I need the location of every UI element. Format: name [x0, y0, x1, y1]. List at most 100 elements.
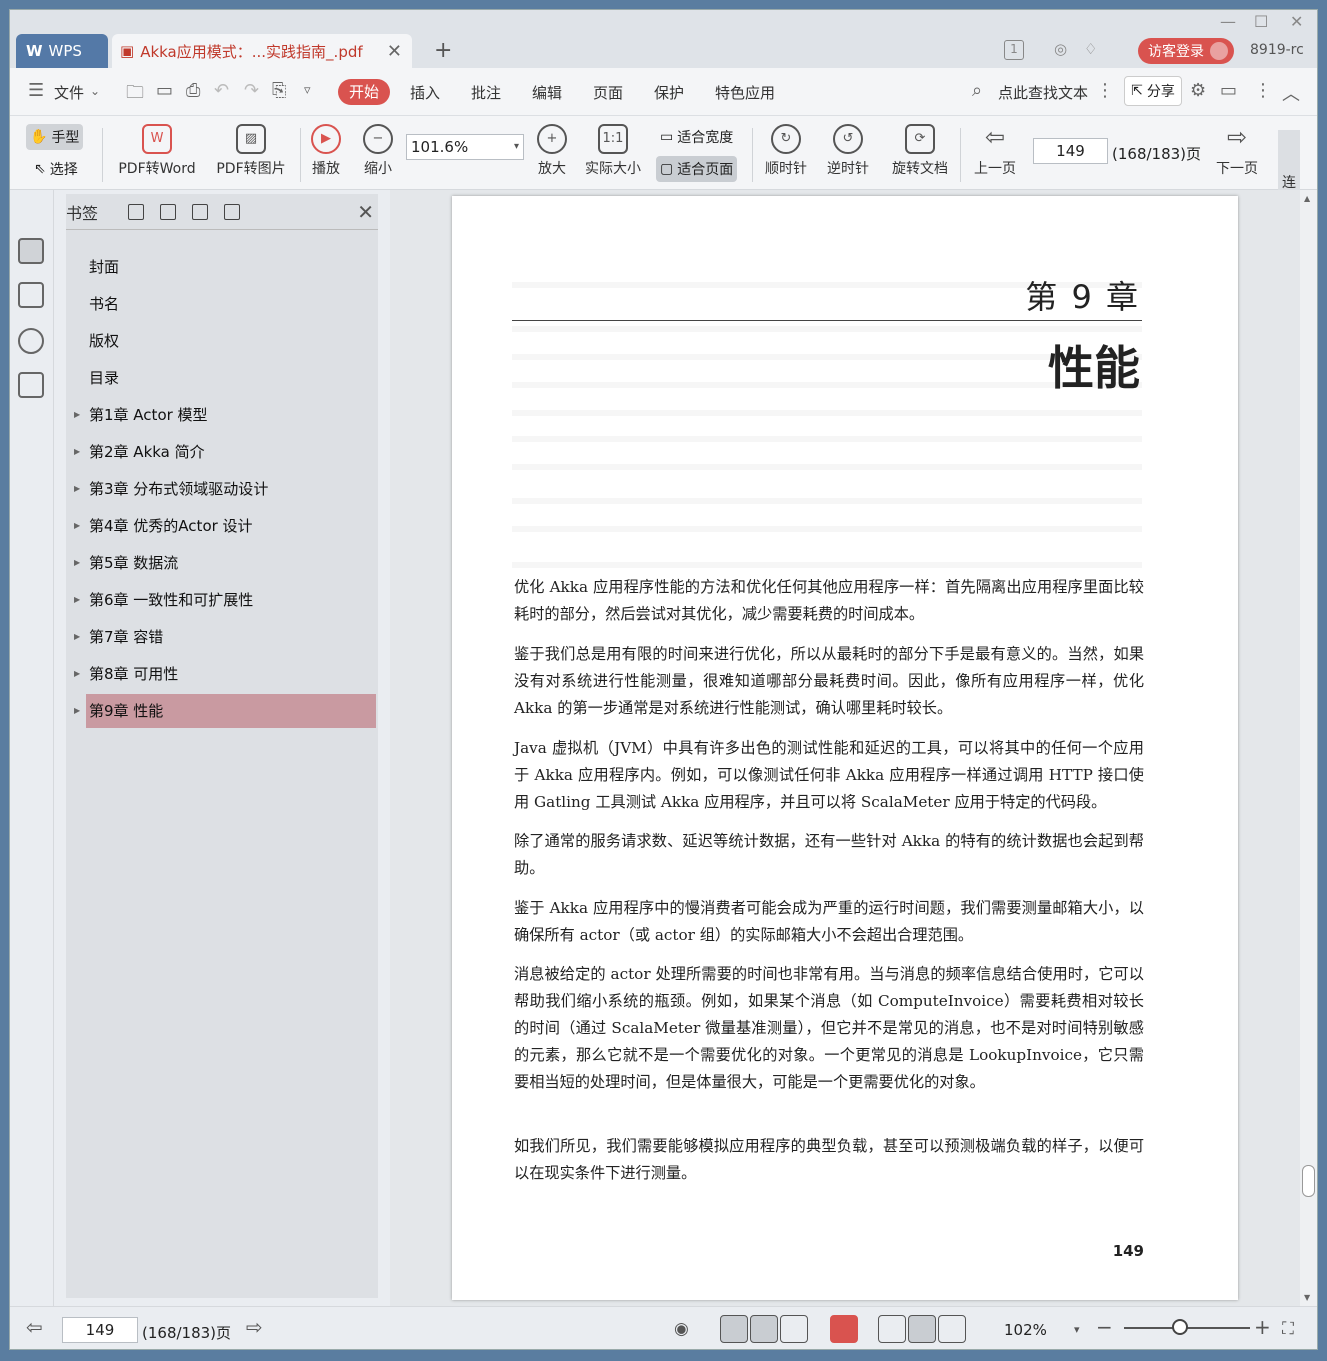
fit-width-status-button[interactable]: [938, 1315, 966, 1343]
play-slideshow-button[interactable]: [830, 1315, 858, 1343]
undo-icon[interactable]: ↶: [214, 80, 229, 101]
fit-page-button[interactable]: ▢ 适合页面: [656, 156, 738, 182]
pdf-to-word-button[interactable]: W PDF转Word: [114, 124, 200, 178]
zoom-dropdown-icon[interactable]: ▾: [1074, 1323, 1080, 1336]
bookmark-item[interactable]: ▶ 第3章 分布式领域驱动设计: [74, 472, 376, 506]
next-page-icon[interactable]: ⇨: [246, 1315, 263, 1339]
signature-icon[interactable]: [18, 372, 44, 398]
expand-arrow-icon[interactable]: ▶: [74, 509, 80, 543]
page-number-input[interactable]: 149: [1033, 138, 1108, 164]
scroll-up-icon[interactable]: ▲: [1304, 194, 1310, 203]
dual-page-view-button[interactable]: [780, 1315, 808, 1343]
next-page-button[interactable]: ⇨ 下一页: [1212, 124, 1262, 178]
bookmark-item[interactable]: ▶ 第8章 可用性: [74, 657, 376, 691]
actual-size-button[interactable]: 1:1 实际大小: [582, 124, 644, 178]
scroll-down-icon[interactable]: ▼: [1304, 1293, 1310, 1302]
bookmark-item[interactable]: 封面: [86, 250, 376, 284]
continuous-button[interactable]: 连: [1278, 130, 1300, 191]
expand-arrow-icon[interactable]: ▶: [74, 620, 80, 654]
tab-page[interactable]: 页面: [593, 82, 623, 103]
bookmark-item[interactable]: 书名: [86, 287, 376, 321]
expand-arrow-icon[interactable]: ▶: [74, 657, 80, 691]
hand-tool-button[interactable]: ✋ 手型: [26, 124, 84, 150]
gear-icon[interactable]: ⚙: [1190, 80, 1206, 101]
search-text-field[interactable]: 点此查找文本: [998, 82, 1088, 103]
zoom-out-button[interactable]: − 缩小: [360, 124, 396, 178]
select-tool-button[interactable]: ⇖ 选择: [30, 156, 82, 182]
fit-width-button[interactable]: ▭ 适合宽度: [656, 124, 737, 150]
bookmark-item[interactable]: ▶ 第7章 容错: [74, 620, 376, 654]
expand-arrow-icon[interactable]: ▶: [74, 435, 80, 469]
thumbnail-icon[interactable]: [18, 282, 44, 308]
zoom-out-status-icon[interactable]: −: [1096, 1315, 1113, 1339]
rotate-ccw-button[interactable]: ↺ 逆时针: [824, 124, 872, 178]
prev-page-icon[interactable]: ⇦: [26, 1315, 43, 1339]
bookmark-list-icon[interactable]: [18, 238, 44, 264]
file-menu[interactable]: 文件: [54, 82, 84, 103]
zoom-select[interactable]: 101.6% ▾: [406, 134, 524, 160]
fit-page-status-button[interactable]: [908, 1315, 936, 1343]
share-button[interactable]: ⇱ 分享: [1124, 76, 1182, 106]
zoom-in-status-icon[interactable]: +: [1254, 1315, 1271, 1339]
bookmark-settings-icon[interactable]: [224, 203, 241, 220]
hamburger-icon[interactable]: ☰: [28, 80, 44, 101]
more-vertical-icon[interactable]: ⋮: [1096, 80, 1114, 101]
close-tab-icon[interactable]: ✕: [387, 41, 402, 62]
bookmark-item[interactable]: 版权: [86, 324, 376, 358]
actual-size-status-button[interactable]: [878, 1315, 906, 1343]
continuous-view-button[interactable]: [750, 1315, 778, 1343]
search-icon[interactable]: ⌕: [972, 80, 982, 101]
bookmark-item[interactable]: ▶ 第1章 Actor 模型: [74, 398, 376, 432]
status-page-input[interactable]: 149: [62, 1317, 138, 1343]
tab-edit[interactable]: 编辑: [532, 82, 562, 103]
skin-icon[interactable]: ◎: [1054, 40, 1076, 60]
add-bookmark-icon[interactable]: [128, 203, 145, 220]
chevron-down-icon[interactable]: ⌄: [90, 84, 100, 98]
export-icon[interactable]: ⎘: [272, 80, 286, 101]
expand-all-icon[interactable]: [160, 203, 177, 220]
single-page-view-button[interactable]: [720, 1315, 748, 1343]
expand-arrow-icon[interactable]: ▶: [74, 546, 80, 580]
collapse-all-icon[interactable]: [192, 203, 209, 220]
redo-icon[interactable]: ↷: [244, 80, 259, 101]
more-chevron-icon[interactable]: ▿: [304, 83, 311, 98]
expand-arrow-icon[interactable]: ▶: [74, 583, 80, 617]
bookmark-item[interactable]: ▶ 第2章 Akka 简介: [74, 435, 376, 469]
login-button[interactable]: 访客登录: [1138, 38, 1234, 64]
play-button[interactable]: ▶ 播放: [308, 124, 344, 178]
save-icon[interactable]: ▭: [156, 80, 173, 101]
vertical-scrollbar[interactable]: ▲ ▼: [1300, 190, 1317, 1306]
rotate-document-button[interactable]: ⟳ 旋转文档: [888, 124, 952, 178]
zoom-slider-knob[interactable]: [1172, 1319, 1188, 1335]
more-options-icon[interactable]: ⋮: [1254, 80, 1272, 101]
comment-icon[interactable]: ▭: [1220, 80, 1237, 101]
tab-start[interactable]: 开始: [338, 79, 390, 105]
fullscreen-icon[interactable]: ⛶: [1282, 1319, 1294, 1339]
open-folder-icon[interactable]: 🗀: [126, 80, 144, 110]
new-tab-icon[interactable]: +: [434, 38, 452, 63]
status-zoom-value[interactable]: 102%: [1004, 1321, 1047, 1339]
tab-insert[interactable]: 插入: [410, 82, 440, 103]
document-tab[interactable]: ▣ Akka应用模式：...实践指南_.pdf ✕: [112, 34, 412, 68]
scroll-thumb[interactable]: [1302, 1165, 1315, 1197]
bookmark-item[interactable]: ▶ 第6章 一致性和可扩展性: [74, 583, 376, 617]
collapse-ribbon-icon[interactable]: ︿: [1282, 80, 1300, 106]
close-panel-icon[interactable]: ✕: [357, 200, 374, 224]
tab-protect[interactable]: 保护: [654, 82, 684, 103]
expand-arrow-icon[interactable]: ▶: [74, 472, 80, 506]
rotate-cw-button[interactable]: ↻ 顺时针: [762, 124, 810, 178]
bookmark-item[interactable]: ▶ 第9章 性能: [74, 694, 376, 728]
minimize-icon[interactable]: —: [1220, 12, 1236, 31]
pdf-to-image-button[interactable]: ▨ PDF转图片: [214, 124, 288, 178]
annotation-icon[interactable]: [18, 328, 44, 354]
print-icon[interactable]: ⎙: [186, 80, 200, 101]
bookmark-item[interactable]: 目录: [86, 361, 376, 395]
tab-special[interactable]: 特色应用: [715, 82, 775, 103]
zoom-in-button[interactable]: + 放大: [534, 124, 570, 178]
bookmark-item[interactable]: ▶ 第5章 数据流: [74, 546, 376, 580]
expand-arrow-icon[interactable]: ▶: [74, 398, 80, 432]
tab-count-badge[interactable]: 1: [1004, 40, 1024, 60]
maximize-icon[interactable]: ☐: [1254, 12, 1268, 31]
prev-page-button[interactable]: ⇦ 上一页: [970, 124, 1020, 178]
shirt-icon[interactable]: ♢: [1084, 40, 1106, 60]
